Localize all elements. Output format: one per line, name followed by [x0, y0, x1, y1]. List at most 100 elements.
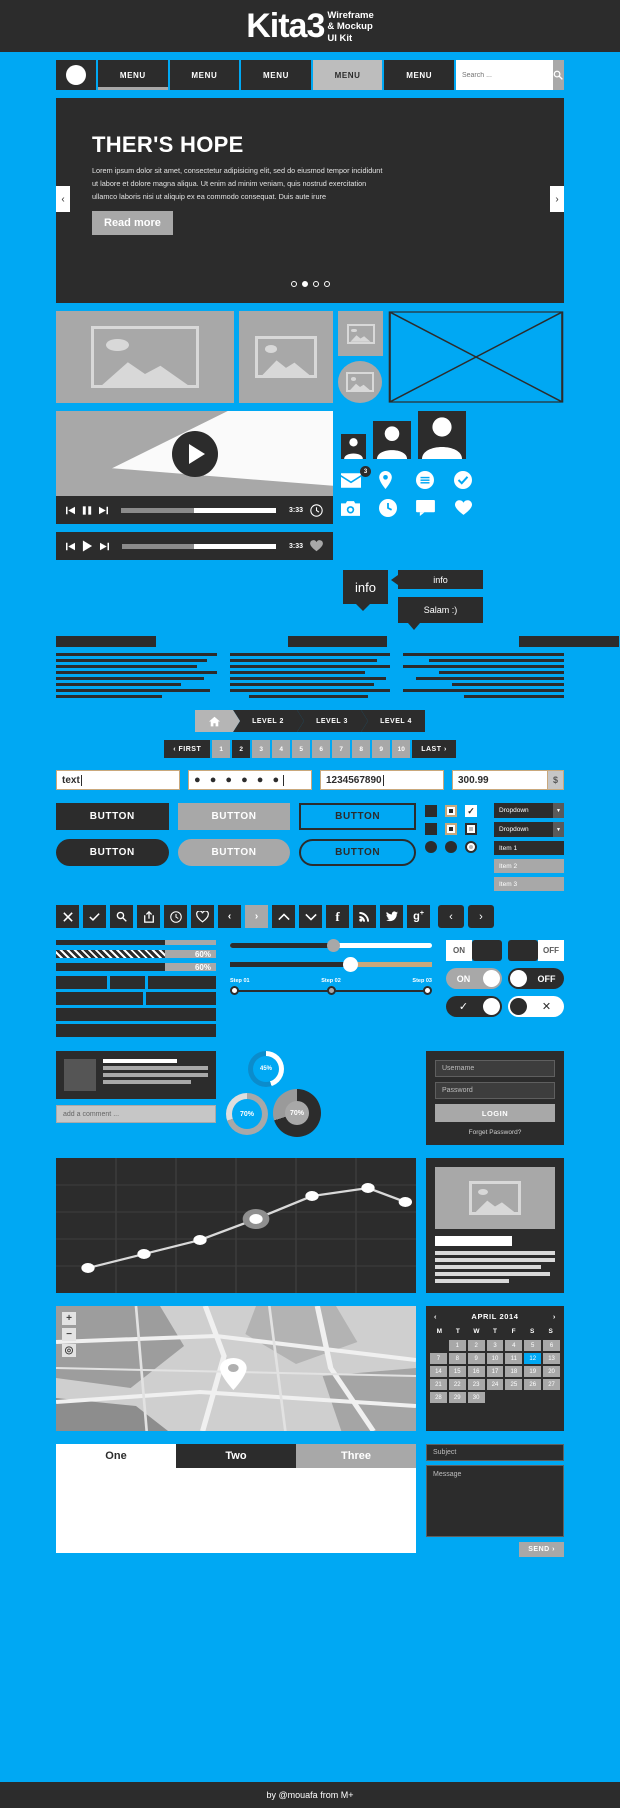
location-icon-wrapper[interactable] — [378, 470, 407, 490]
play-icon[interactable] — [82, 540, 93, 552]
calendar-day[interactable]: 3 — [486, 1340, 504, 1351]
forgot-password-link[interactable]: Forget Password? — [435, 1129, 555, 1136]
step-knob-1[interactable] — [230, 986, 239, 995]
search-input[interactable] — [455, 60, 553, 90]
next-icon[interactable] — [100, 542, 109, 551]
tab-two[interactable]: Two — [176, 1444, 296, 1468]
audio-progress-bar[interactable] — [122, 543, 276, 549]
arrow-right-button[interactable]: › — [468, 905, 494, 928]
map-locate-button[interactable]: ◎ — [62, 1344, 76, 1357]
calendar-day[interactable]: 1 — [448, 1340, 466, 1351]
checkbox-ring[interactable] — [445, 805, 457, 817]
camera-icon-wrapper[interactable] — [341, 498, 369, 518]
pagination-page-2[interactable]: 2 — [232, 740, 251, 758]
next-icon[interactable] — [99, 506, 108, 515]
nav-item-1[interactable]: MENU — [98, 60, 168, 90]
send-button[interactable]: SEND › — [519, 1542, 564, 1557]
checkbox-ring[interactable] — [445, 823, 457, 835]
nav-item-4[interactable]: MENU — [312, 60, 383, 90]
calendar-day[interactable]: 24 — [486, 1379, 504, 1390]
comment-icon-wrapper[interactable] — [416, 498, 444, 518]
breadcrumb-home[interactable] — [195, 710, 240, 732]
read-more-button[interactable]: Read more — [92, 211, 173, 236]
nav-item-2[interactable]: MENU — [169, 60, 240, 90]
map-widget[interactable]: + − ◎ — [56, 1306, 416, 1431]
pagination-page-8[interactable]: 8 — [352, 740, 371, 758]
pagination-page-9[interactable]: 9 — [372, 740, 391, 758]
breadcrumb-item-3[interactable]: LEVEL 3 — [297, 710, 368, 732]
checkbox-checked[interactable]: ✓ — [465, 805, 477, 817]
radio-small[interactable] — [445, 841, 457, 853]
button-grey-round[interactable]: BUTTON — [177, 839, 291, 866]
comment-input[interactable]: add a comment ... — [56, 1105, 216, 1123]
breadcrumb-item-2[interactable]: LEVEL 2 — [233, 710, 304, 732]
tab-three[interactable]: Three — [296, 1444, 416, 1468]
calendar-day[interactable]: 28 — [430, 1392, 447, 1403]
checkbox-indeterminate[interactable] — [465, 823, 477, 835]
favorite-icon-wrapper[interactable] — [454, 498, 482, 518]
step-knob-2[interactable] — [326, 986, 336, 995]
button-outline[interactable]: BUTTON — [299, 803, 417, 830]
hero-prev-arrow[interactable]: ‹ — [56, 186, 70, 212]
facebook-button[interactable]: f — [326, 905, 349, 928]
favorite-button[interactable] — [191, 905, 214, 928]
calendar-day[interactable]: 16 — [467, 1366, 485, 1377]
calendar-day[interactable]: 8 — [448, 1353, 466, 1364]
pagination-first[interactable]: ‹ FIRST — [164, 740, 211, 758]
dropdown-1[interactable]: Dropdown ▼ — [494, 803, 564, 818]
calendar-day[interactable]: 30 — [467, 1392, 485, 1403]
calendar-day[interactable]: 23 — [467, 1379, 485, 1390]
button-dark-round[interactable]: BUTTON — [56, 839, 169, 866]
calendar-day[interactable]: 11 — [505, 1353, 523, 1364]
calendar-day[interactable]: 25 — [505, 1379, 523, 1390]
hero-dot-1[interactable] — [290, 281, 297, 287]
calendar-day[interactable]: 14 — [430, 1366, 447, 1377]
expand-button[interactable] — [299, 905, 322, 928]
calendar-day[interactable]: 20 — [543, 1366, 560, 1377]
pagination-page-1[interactable]: 1 — [212, 740, 231, 758]
calendar-day[interactable]: 6 — [543, 1340, 560, 1351]
hero-next-arrow[interactable]: › — [550, 186, 564, 212]
tab-one[interactable]: One — [56, 1444, 176, 1468]
text-input-field[interactable]: text — [56, 770, 180, 790]
next-button[interactable]: › — [245, 905, 268, 928]
calendar-day[interactable]: 21 — [430, 1379, 447, 1390]
list-item-3[interactable]: Item 3 — [494, 877, 564, 891]
collapse-button[interactable] — [272, 905, 295, 928]
hero-dot-4[interactable] — [323, 281, 330, 287]
calendar-next-button[interactable]: › — [553, 1312, 556, 1321]
nav-item-3[interactable]: MENU — [241, 60, 311, 90]
pagination-page-7[interactable]: 7 — [332, 740, 351, 758]
toggle-on-pill[interactable]: ON — [446, 968, 502, 989]
video-player[interactable] — [56, 411, 333, 496]
mail-icon-wrapper[interactable]: 3 — [341, 466, 371, 490]
calendar-day[interactable]: 15 — [448, 1366, 466, 1377]
checkbox-filled[interactable] — [425, 823, 437, 835]
pagination-last[interactable]: LAST › — [412, 740, 456, 758]
password-field[interactable]: Password — [435, 1082, 555, 1099]
confirm-button[interactable] — [83, 905, 106, 928]
calendar-day[interactable]: 27 — [543, 1379, 560, 1390]
calendar-day[interactable]: 7 — [430, 1353, 447, 1364]
time-icon-wrapper[interactable] — [378, 498, 407, 518]
calendar-day[interactable]: 13 — [543, 1353, 560, 1364]
number-input-field[interactable]: 1234567890 — [320, 770, 444, 790]
slider-1[interactable] — [230, 939, 432, 952]
calendar-prev-button[interactable]: ‹ — [434, 1312, 437, 1321]
calendar-day[interactable]: 10 — [486, 1353, 504, 1364]
step-knob-3[interactable] — [423, 986, 432, 995]
calendar-day[interactable]: 9 — [467, 1353, 485, 1364]
close-button[interactable] — [56, 905, 79, 928]
toggle-on-square[interactable]: ON — [446, 940, 502, 961]
message-field[interactable]: Message — [426, 1465, 564, 1537]
clock-button[interactable] — [164, 905, 187, 928]
calendar-day[interactable]: 5 — [524, 1340, 542, 1351]
google-plus-button[interactable]: g+ — [407, 905, 430, 928]
password-input-field[interactable]: ● ● ● ● ● ● — [188, 770, 312, 790]
clock-icon[interactable] — [310, 503, 323, 517]
subject-field[interactable]: Subject — [426, 1444, 564, 1461]
map-zoom-in-button[interactable]: + — [62, 1312, 76, 1325]
slider-2[interactable] — [230, 957, 432, 972]
pagination-page-5[interactable]: 5 — [292, 740, 311, 758]
calendar-day[interactable]: 26 — [524, 1379, 542, 1390]
